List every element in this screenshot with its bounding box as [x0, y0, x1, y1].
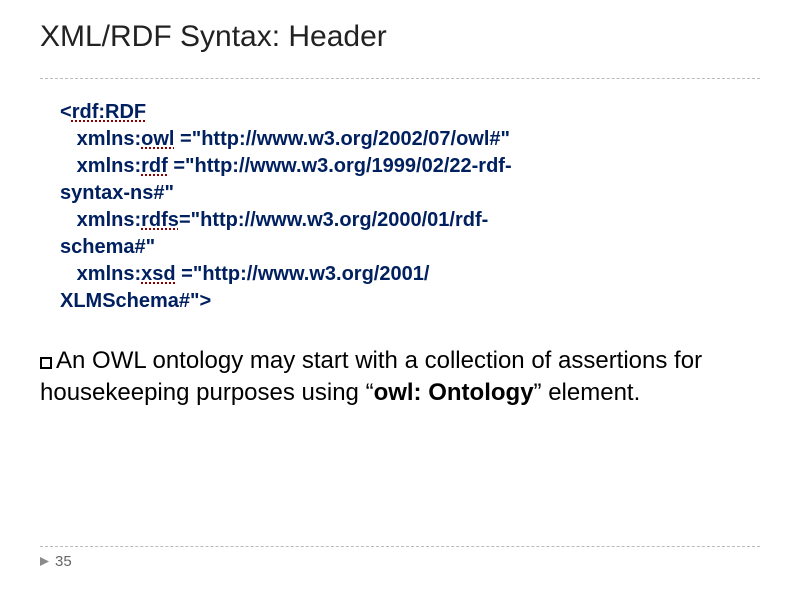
code-block: <rdf:RDF xmlns:owl ="http://www.w3.org/2…: [60, 99, 740, 315]
code-l3-kw: rdfs: [141, 209, 179, 231]
code-l4-pref: xmlns:: [77, 263, 141, 285]
play-arrow-icon: [40, 557, 49, 566]
code-l3-pref: xmlns:: [77, 209, 141, 231]
body-part2: ” element.: [534, 379, 641, 406]
page-number: 35: [55, 553, 72, 570]
code-l1-pref: xmlns:: [77, 128, 141, 150]
code-l4-rest: ="http://www.w3.org/2001/: [176, 263, 430, 285]
body-bold1: owl: Ontology: [374, 379, 534, 406]
code-l3b: schema#": [60, 236, 155, 258]
footer-row: 35: [40, 553, 760, 570]
code-l3-rest: ="http://www.w3.org/2000/01/rdf-: [179, 209, 488, 231]
footer-divider: [40, 546, 760, 547]
code-lt: <: [60, 101, 72, 123]
title-divider: [40, 78, 760, 79]
code-l4-kw: xsd: [141, 263, 175, 285]
square-bullet-icon: [40, 357, 52, 369]
code-l4b: XLMSchema#">: [60, 290, 211, 312]
code-l1-rest: ="http://www.w3.org/2002/07/owl#": [174, 128, 510, 150]
code-l2-kw: rdf: [141, 155, 168, 177]
code-rdf-rdf: rdf:RDF: [72, 101, 146, 123]
slide-title: XML/RDF Syntax: Header: [40, 20, 760, 60]
slide-footer: 35: [40, 546, 760, 570]
body-paragraph: An OWL ontology may start with a collect…: [40, 345, 740, 410]
code-l1-kw: owl: [141, 128, 174, 150]
code-l2-rest: ="http://www.w3.org/1999/02/22-rdf-: [168, 155, 512, 177]
code-l2b: syntax-ns#": [60, 182, 174, 204]
slide: XML/RDF Syntax: Header <rdf:RDF xmlns:ow…: [0, 0, 800, 600]
code-l2-pref: xmlns:: [77, 155, 141, 177]
